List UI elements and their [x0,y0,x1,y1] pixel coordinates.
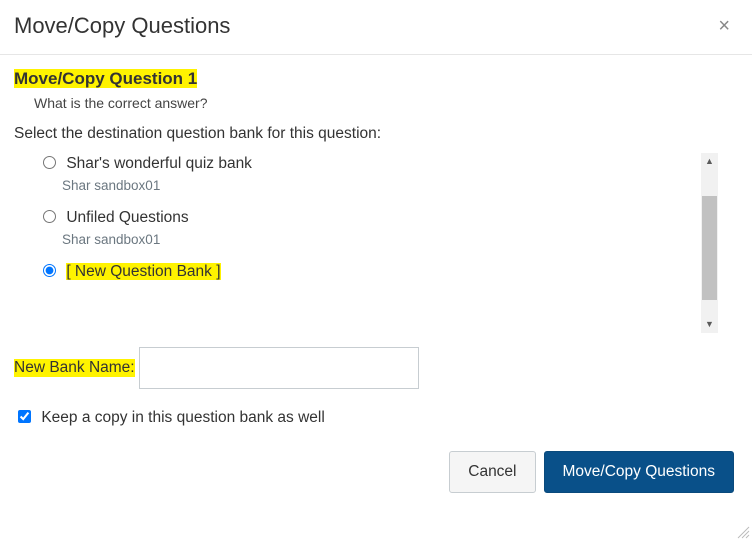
bank-radio[interactable] [43,264,56,277]
bank-option[interactable]: Shar's wonderful quiz bank Shar sandbox0… [38,153,698,193]
cancel-button[interactable]: Cancel [449,451,535,493]
keep-copy-label: Keep a copy in this question bank as wel… [41,409,324,426]
bank-list[interactable]: Shar's wonderful quiz bank Shar sandbox0… [38,153,718,333]
bank-label: Shar's wonderful quiz bank [66,155,252,172]
scroll-thumb[interactable] [702,196,717,300]
new-bank-input[interactable] [139,347,419,389]
new-bank-label: New Bank Name: [14,359,135,377]
section-heading: Move/Copy Question 1 [14,69,197,88]
modal-body: Move/Copy Question 1 What is the correct… [0,55,752,427]
close-icon[interactable]: × [714,12,734,40]
modal-title: Move/Copy Questions [14,13,230,39]
bank-option[interactable]: [ New Question Bank ] [38,261,698,281]
move-copy-modal: Move/Copy Questions × Move/Copy Question… [0,0,752,541]
bank-label: [ New Question Bank ] [66,263,220,280]
modal-header: Move/Copy Questions × [0,0,752,55]
resize-handle-icon[interactable] [736,525,750,539]
scroll-down-arrow-icon[interactable]: ▼ [701,316,718,333]
submit-button[interactable]: Move/Copy Questions [544,451,735,493]
question-preview-text: What is the correct answer? [34,95,734,111]
new-bank-row: New Bank Name: [14,347,734,389]
bank-list-container: Shar's wonderful quiz bank Shar sandbox0… [38,153,718,333]
bank-sublabel: Shar sandbox01 [62,178,698,193]
modal-footer: Cancel Move/Copy Questions [0,451,752,507]
scroll-track[interactable] [701,170,718,316]
destination-label: Select the destination question bank for… [14,125,734,143]
bank-label: Unfiled Questions [66,209,188,226]
keep-copy-checkbox[interactable] [18,410,31,423]
bank-radio[interactable] [43,210,56,223]
scrollbar[interactable]: ▲ ▼ [701,153,718,333]
keep-copy-row[interactable]: Keep a copy in this question bank as wel… [14,407,734,427]
scroll-up-arrow-icon[interactable]: ▲ [701,153,718,170]
bank-option[interactable]: Unfiled Questions Shar sandbox01 [38,207,698,247]
section-heading-wrap: Move/Copy Question 1 [14,69,734,89]
bank-sublabel: Shar sandbox01 [62,232,698,247]
bank-radio[interactable] [43,156,56,169]
